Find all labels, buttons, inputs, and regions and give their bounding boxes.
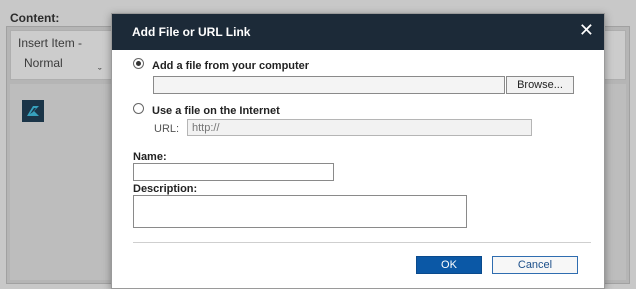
file-path-field[interactable] [153, 76, 505, 94]
radio-computer-file[interactable] [133, 58, 144, 69]
option-internet-label: Use a file on the Internet [152, 105, 280, 117]
radio-internet-file[interactable] [133, 103, 144, 114]
ok-button[interactable]: OK [416, 256, 482, 274]
description-input[interactable] [133, 195, 467, 228]
name-label: Name: [133, 151, 167, 163]
dialog-title: Add File or URL Link [132, 25, 251, 39]
add-file-dialog: Add File or URL Link ✕ Add a file from y… [111, 13, 605, 289]
browse-button[interactable]: Browse... [506, 76, 574, 94]
option-computer-label: Add a file from your computer [152, 60, 310, 72]
cancel-button[interactable]: Cancel [492, 256, 578, 274]
dialog-divider [133, 242, 591, 243]
url-label: URL: [154, 123, 180, 135]
url-input[interactable] [187, 119, 532, 136]
dialog-header: Add File or URL Link ✕ [112, 14, 604, 50]
name-input[interactable] [133, 163, 334, 181]
close-icon[interactable]: ✕ [579, 20, 594, 40]
description-label: Description: [133, 183, 198, 195]
